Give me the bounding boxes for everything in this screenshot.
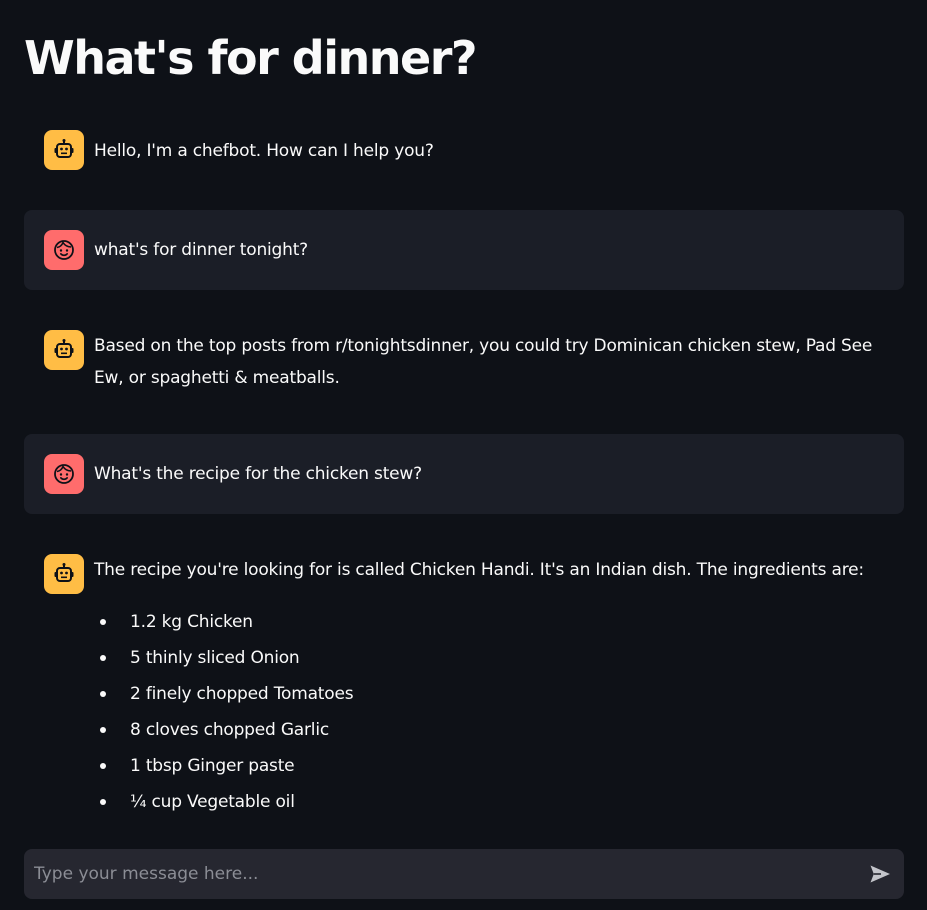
message-text: The recipe you're looking for is called … xyxy=(94,560,864,580)
ingredient-item: 1 tbsp Ginger paste xyxy=(100,748,353,784)
ingredient-item: ¼ cup Vegetable oil xyxy=(100,784,353,820)
message-text: Hello, I'm a chefbot. How can I help you… xyxy=(94,141,434,161)
chat-message-user: what's for dinner tonight? xyxy=(24,210,904,290)
ingredient-item: 1.2 kg Chicken xyxy=(100,604,353,640)
chat-message-assistant: The recipe you're looking for is called … xyxy=(24,538,904,828)
chat-message-assistant: Based on the top posts from r/tonightsdi… xyxy=(24,314,904,410)
message-text: what's for dinner tonight? xyxy=(94,240,309,260)
ingredient-item: 8 cloves chopped Garlic xyxy=(100,712,353,748)
robot-icon xyxy=(44,130,84,170)
ingredient-list: 1.2 kg Chicken 5 thinly sliced Onion 2 f… xyxy=(100,604,354,820)
face-icon xyxy=(44,230,84,270)
ingredient-item: 2 finely chopped Tomatoes xyxy=(100,676,354,712)
message-text: What's the recipe for the chicken stew? xyxy=(94,464,422,484)
message-text: Based on the top posts from r/tonightsdi… xyxy=(94,336,873,388)
send-icon xyxy=(870,865,890,883)
robot-icon xyxy=(44,330,84,370)
robot-icon xyxy=(44,554,84,594)
chat-message-user: What's the recipe for the chicken stew? xyxy=(24,434,904,514)
ingredient-item: 5 thinly sliced Onion xyxy=(100,640,353,676)
chat-app: What's for dinner? Hello, I'm a chefbot.… xyxy=(0,0,927,910)
send-button[interactable] xyxy=(864,858,896,890)
page-title: What's for dinner? xyxy=(24,31,478,85)
chat-message-assistant: Hello, I'm a chefbot. How can I help you… xyxy=(24,120,904,184)
chat-message-input[interactable] xyxy=(24,849,844,899)
chat-input-bar xyxy=(24,849,904,899)
face-icon xyxy=(44,454,84,494)
